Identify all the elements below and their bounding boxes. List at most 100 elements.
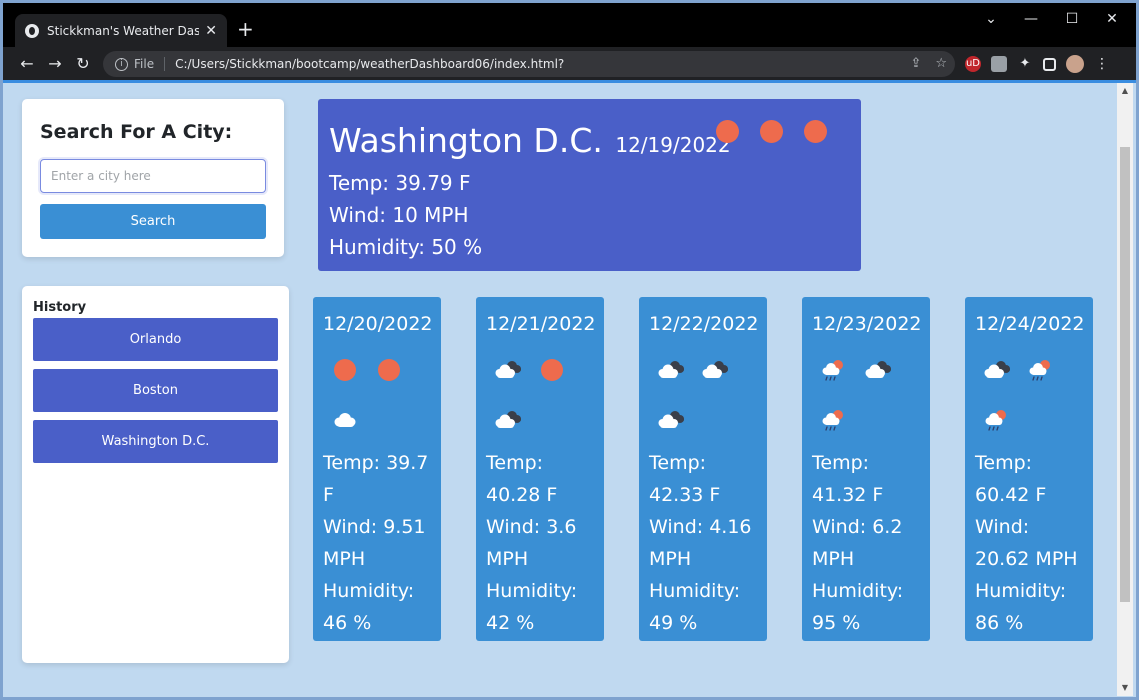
icon-cell bbox=[649, 395, 693, 445]
history-heading: History bbox=[33, 300, 87, 315]
current-humidity: Humidity: 50 % bbox=[329, 235, 483, 259]
side-panel-icon[interactable] bbox=[1043, 57, 1056, 71]
forecast-wind: Wind: 3.6 MPH bbox=[486, 516, 577, 570]
city-search-input[interactable] bbox=[40, 159, 266, 193]
forecast-date: 12/20/2022 bbox=[323, 313, 433, 335]
tab-close-icon[interactable]: ✕ bbox=[205, 23, 217, 39]
broken-clouds-icon bbox=[658, 361, 684, 378]
icon-cell bbox=[975, 395, 1019, 445]
icon-cell bbox=[812, 395, 856, 445]
search-button[interactable]: Search bbox=[40, 204, 266, 239]
forecast-card: 12/20/2022 Temp: 39.7 F Wind: 9.51 MPH H… bbox=[313, 297, 441, 641]
share-icon[interactable]: ⇪ bbox=[910, 56, 921, 71]
forecast-card: 12/21/2022 Temp: 40.28 F Wind: 3.6 MPH H… bbox=[476, 297, 604, 641]
forecast-date: 12/23/2022 bbox=[812, 313, 922, 335]
reload-icon[interactable]: ↻ bbox=[69, 54, 97, 73]
icon-cell bbox=[856, 345, 900, 395]
history-card: History Orlando Boston Washington D.C. bbox=[22, 286, 289, 663]
url-text[interactable]: C:/Users/Stickkman/bootcamp/weatherDashb… bbox=[175, 57, 564, 71]
maximize-icon[interactable]: ☐ bbox=[1052, 11, 1092, 27]
history-item-boston[interactable]: Boston bbox=[33, 369, 278, 412]
chevron-down-icon[interactable]: ⌄ bbox=[971, 11, 1011, 27]
icon-cell bbox=[1019, 345, 1063, 395]
protocol-label: File bbox=[134, 57, 155, 71]
browser-tab[interactable]: Stickkman's Weather Dashboard ✕ bbox=[15, 14, 227, 47]
extension-page-icon[interactable] bbox=[991, 56, 1007, 72]
browser-window: Stickkman's Weather Dashboard ✕ + ⌄ — ☐ … bbox=[0, 0, 1139, 700]
broken-clouds-icon bbox=[702, 361, 728, 378]
history-item-orlando[interactable]: Orlando bbox=[33, 318, 278, 361]
address-bar-actions: ⇪ ☆ bbox=[910, 56, 947, 71]
page-top-border bbox=[3, 80, 1136, 83]
current-city-name: Washington D.C. bbox=[329, 121, 603, 160]
forecast-humidity: Humidity: 95 % bbox=[812, 580, 904, 634]
forecast-wind: Wind: 9.51 MPH bbox=[323, 516, 426, 570]
forecast-date: 12/24/2022 bbox=[975, 313, 1085, 335]
forecast-temp: Temp: 39.7 F bbox=[323, 452, 429, 506]
minimize-icon[interactable]: — bbox=[1011, 11, 1051, 27]
broken-clouds-icon bbox=[495, 361, 521, 378]
icon-cell bbox=[323, 395, 367, 445]
rain-sun-icon bbox=[822, 410, 843, 431]
sun-icon bbox=[541, 359, 563, 381]
info-icon[interactable]: i bbox=[115, 57, 128, 71]
scrollbar[interactable]: ▲ ▼ bbox=[1117, 83, 1133, 696]
puzzle-icon[interactable]: ✦ bbox=[1017, 56, 1033, 72]
rain-sun-icon bbox=[1029, 360, 1050, 381]
forecast-humidity: Humidity: 46 % bbox=[323, 580, 415, 634]
address-divider bbox=[164, 57, 166, 71]
icon-cell bbox=[530, 345, 574, 395]
back-icon[interactable]: ← bbox=[13, 54, 41, 73]
forecast-weather-icons bbox=[486, 345, 596, 447]
icon-cell bbox=[486, 345, 530, 395]
icon-cell bbox=[812, 345, 856, 395]
avatar[interactable] bbox=[1066, 55, 1084, 73]
search-heading: Search For A City: bbox=[40, 121, 233, 143]
broken-clouds-icon bbox=[658, 411, 684, 428]
sun-icon bbox=[334, 359, 356, 381]
menu-kebab-icon[interactable]: ⋮ bbox=[1094, 56, 1110, 72]
current-weather-card: Washington D.C. 12/19/2022 Temp: 39.79 F… bbox=[318, 99, 861, 271]
forecast-temp: Temp: 40.28 F bbox=[486, 452, 558, 506]
rain-sun-icon bbox=[822, 360, 843, 381]
current-date: 12/19/2022 bbox=[615, 133, 731, 157]
forecast-temp: Temp: 60.42 F bbox=[975, 452, 1047, 506]
icon-cell bbox=[486, 395, 530, 445]
tab-bar: Stickkman's Weather Dashboard ✕ + ⌄ — ☐ … bbox=[3, 3, 1136, 47]
current-temp: Temp: 39.79 F bbox=[329, 171, 471, 195]
new-tab-icon[interactable]: + bbox=[237, 19, 254, 39]
window-close-icon[interactable]: ✕ bbox=[1092, 11, 1132, 27]
rain-sun-icon bbox=[985, 410, 1006, 431]
broken-clouds-icon bbox=[865, 361, 891, 378]
forecast-humidity: Humidity: 49 % bbox=[649, 580, 741, 634]
icon-cell bbox=[693, 345, 737, 395]
sun-icon bbox=[716, 120, 739, 143]
forecast-weather-icons bbox=[975, 345, 1085, 447]
scroll-down-icon[interactable]: ▼ bbox=[1117, 680, 1133, 696]
forward-icon[interactable]: → bbox=[41, 54, 69, 73]
current-weather-icons bbox=[716, 120, 827, 143]
icon-cell bbox=[323, 345, 367, 395]
scroll-thumb[interactable] bbox=[1120, 147, 1130, 602]
icon-cell bbox=[975, 345, 1019, 395]
forecast-card: 12/22/2022 Temp: 42.33 F Wind: 4.16 MPH … bbox=[639, 297, 767, 641]
scroll-up-icon[interactable]: ▲ bbox=[1117, 83, 1133, 99]
broken-clouds-icon bbox=[984, 361, 1010, 378]
forecast-wind: Wind: 4.16 MPH bbox=[649, 516, 752, 570]
address-bar[interactable]: i File C:/Users/Stickkman/bootcamp/weath… bbox=[103, 51, 955, 77]
forecast-temp: Temp: 42.33 F bbox=[649, 452, 721, 506]
globe-icon bbox=[25, 23, 39, 38]
icon-cell bbox=[367, 345, 411, 395]
star-icon[interactable]: ☆ bbox=[935, 56, 947, 71]
ublock-icon[interactable]: uD bbox=[965, 56, 981, 72]
current-city-heading: Washington D.C. 12/19/2022 bbox=[329, 121, 731, 160]
forecast-weather-icons bbox=[323, 345, 433, 447]
sun-icon bbox=[804, 120, 827, 143]
cloud-icon bbox=[334, 413, 356, 427]
icon-cell bbox=[649, 345, 693, 395]
forecast-wind: Wind: 20.62 MPH bbox=[975, 516, 1078, 570]
forecast-date: 12/21/2022 bbox=[486, 313, 596, 335]
broken-clouds-icon bbox=[495, 411, 521, 428]
history-item-washington-dc[interactable]: Washington D.C. bbox=[33, 420, 278, 463]
forecast-wind: Wind: 6.2 MPH bbox=[812, 516, 903, 570]
